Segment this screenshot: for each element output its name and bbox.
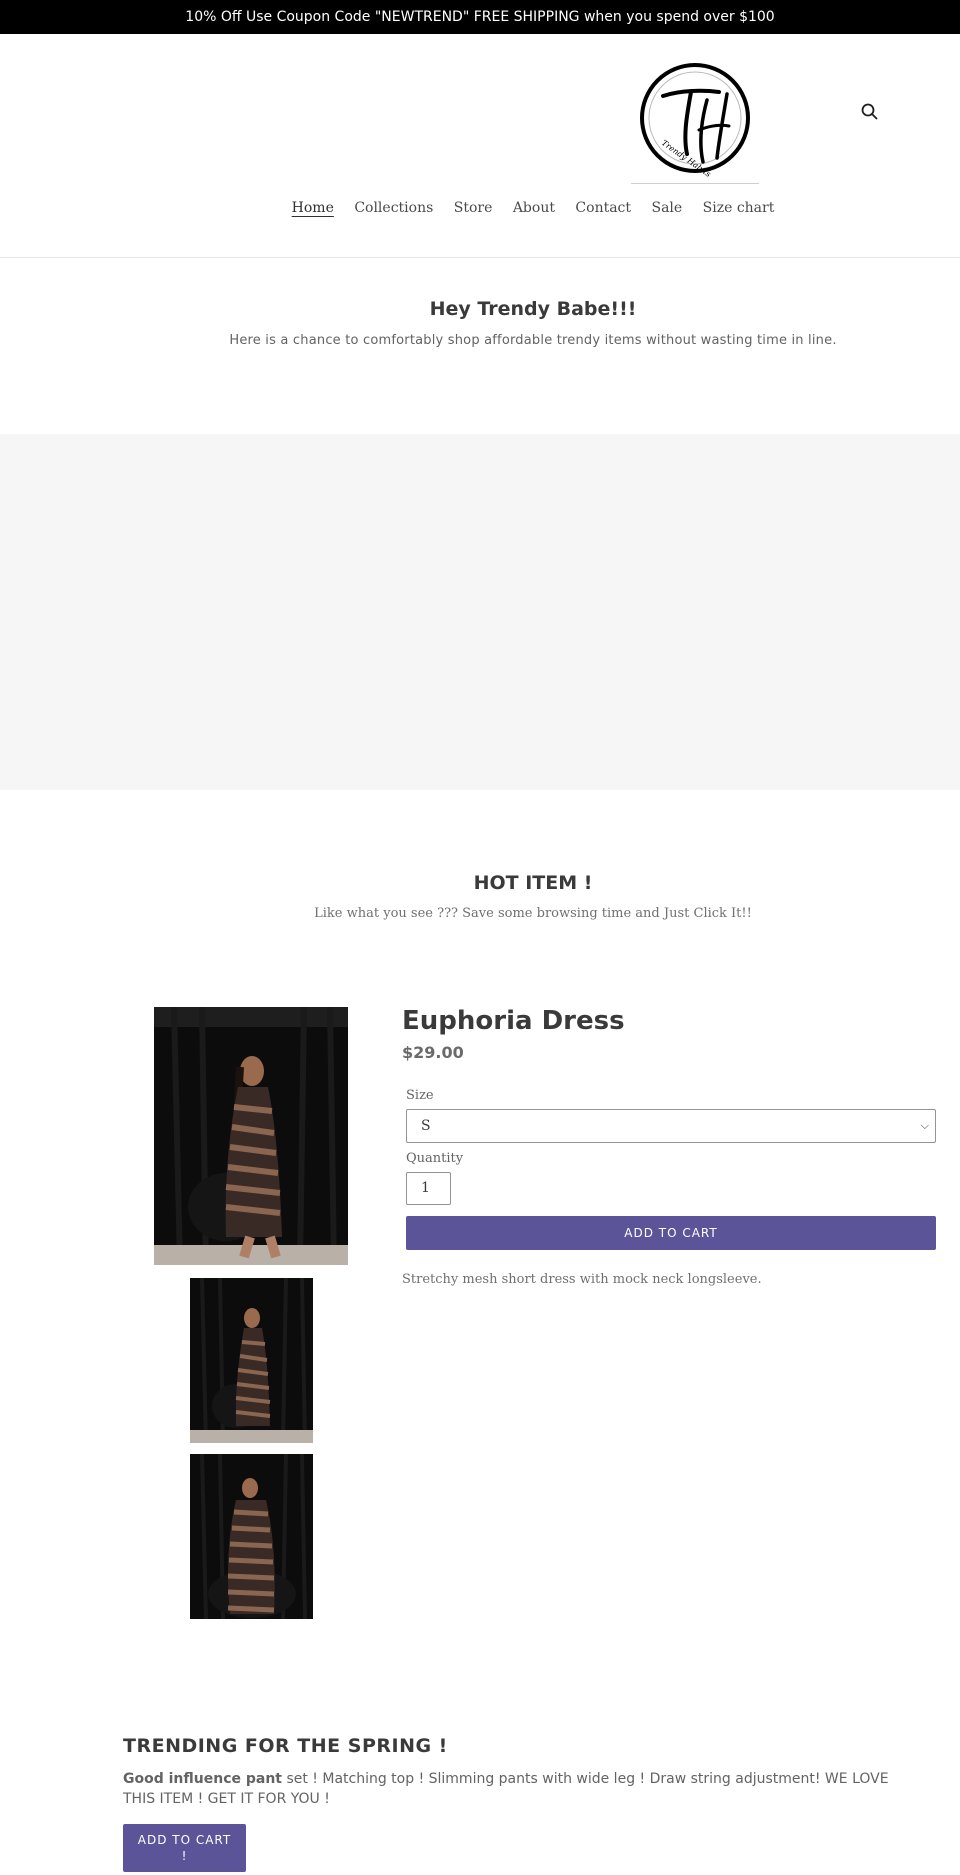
trending-add-to-cart-button[interactable]: ADD TO CART ! <box>123 1824 246 1872</box>
product-price: $29.00 <box>402 1043 464 1062</box>
nav-contact[interactable]: Contact <box>575 200 631 216</box>
hot-item-subtitle: Like what you see ??? Save some browsing… <box>314 906 752 921</box>
nav-about[interactable]: About <box>513 200 555 216</box>
brand-logo[interactable]: Trendy Habits <box>631 52 759 184</box>
nav-home[interactable]: Home <box>292 200 334 216</box>
main-nav: Home Collections Store About Contact Sal… <box>0 200 960 216</box>
product-thumbnail[interactable] <box>190 1277 313 1444</box>
trending-button-line1: ADD TO CART <box>137 1833 232 1847</box>
quantity-input[interactable]: 1 <box>406 1172 451 1205</box>
size-selected-value: S <box>421 1118 431 1134</box>
trending-bold-text: Good influence pant <box>123 1771 282 1787</box>
search-icon[interactable] <box>858 100 882 124</box>
nav-size-chart[interactable]: Size chart <box>703 200 775 216</box>
size-label: Size <box>406 1088 434 1103</box>
add-to-cart-button[interactable]: ADD TO CART <box>406 1216 936 1250</box>
nav-sale[interactable]: Sale <box>651 200 682 216</box>
nav-store[interactable]: Store <box>454 200 493 216</box>
product-main-image[interactable] <box>154 1006 348 1266</box>
trending-button-line2: ! <box>181 1849 188 1863</box>
trending-text: Good influence pant set ! Matching top !… <box>123 1769 903 1809</box>
hero-banner <box>0 434 960 790</box>
quantity-label: Quantity <box>406 1151 464 1166</box>
size-select[interactable]: S ⌵ <box>406 1109 936 1143</box>
chevron-down-icon: ⌵ <box>920 1119 929 1132</box>
product-title: Euphoria Dress <box>402 1006 625 1036</box>
logo-divider <box>631 183 759 184</box>
nav-collections[interactable]: Collections <box>354 200 433 216</box>
logo-mark: Trendy Habits <box>640 63 750 179</box>
trending-title: TRENDING FOR THE SPRING ! <box>123 1735 448 1757</box>
intro-title: Hey Trendy Babe!!! <box>429 298 637 320</box>
hot-item-title: HOT ITEM ! <box>473 872 593 894</box>
site-header: Trendy Habits Home Collections Store Abo… <box>0 34 960 258</box>
announcement-bar: 10% Off Use Coupon Code "NEWTREND" FREE … <box>0 0 960 34</box>
product-thumbnail[interactable] <box>190 1453 313 1620</box>
intro-subtitle: Here is a chance to comfortably shop aff… <box>229 333 837 348</box>
product-description: Stretchy mesh short dress with mock neck… <box>402 1272 762 1287</box>
